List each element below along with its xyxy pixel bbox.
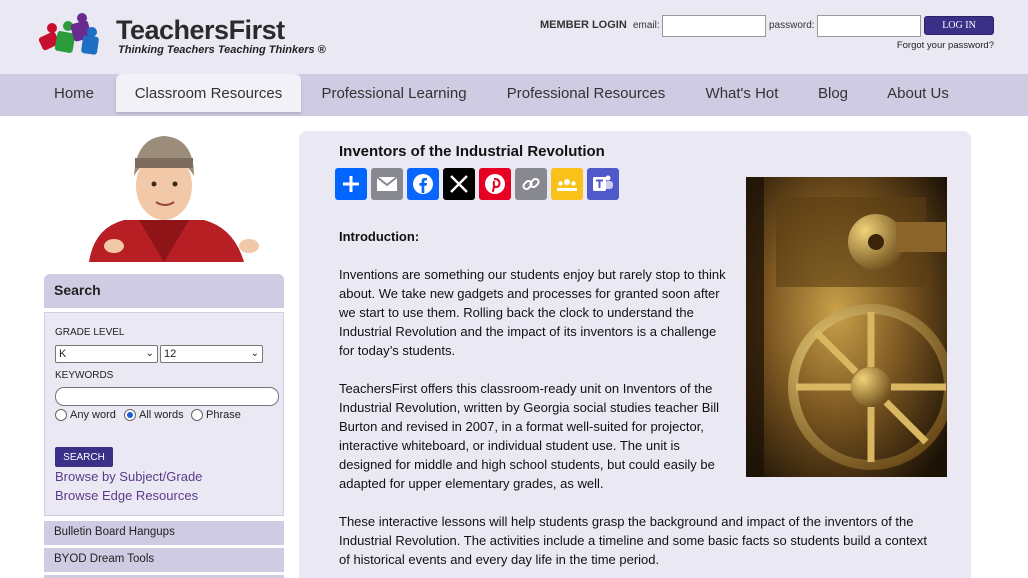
radio-button-selected[interactable] xyxy=(124,409,136,421)
forgot-password-link[interactable]: Forgot your password? xyxy=(897,40,994,51)
child-photo xyxy=(44,128,284,262)
article-paragraph: Inventions are something our students en… xyxy=(339,267,726,358)
search-button[interactable]: SEARCH xyxy=(55,447,113,467)
browse-edge-link[interactable]: Browse Edge Resources xyxy=(55,488,198,503)
member-login-label: MEMBER LOGIN xyxy=(540,19,627,31)
site-logo[interactable]: TeachersFirst Thinking Teachers Teaching… xyxy=(38,12,326,62)
sidebar-item-bulletin-board[interactable]: Bulletin Board Hangups xyxy=(44,521,284,545)
page-title: Inventors of the Industrial Revolution xyxy=(339,143,605,160)
x-icon[interactable] xyxy=(443,168,475,200)
pinterest-icon[interactable] xyxy=(479,168,511,200)
login-button[interactable]: LOG IN xyxy=(924,16,994,35)
nav-whats-hot[interactable]: What's Hot xyxy=(696,74,788,112)
grade-level-label: GRADE LEVEL xyxy=(55,327,125,338)
radio-any-label: Any word xyxy=(70,409,116,421)
share-plus-icon[interactable] xyxy=(335,168,367,200)
radio-any-word[interactable]: Any word xyxy=(55,409,116,421)
password-field[interactable] xyxy=(817,15,921,37)
vault-gears-image xyxy=(746,177,947,477)
logo-name: TeachersFirst xyxy=(116,15,285,45)
radio-phrase[interactable]: Phrase xyxy=(191,409,241,421)
article-panel: Inventors of the Industrial Revolution I… xyxy=(299,131,971,578)
nav-professional-resources[interactable]: Professional Resources xyxy=(496,74,676,112)
radio-all-words[interactable]: All words xyxy=(124,409,184,421)
nav-classroom-resources[interactable]: Classroom Resources xyxy=(116,74,301,112)
site-header: TeachersFirst Thinking Teachers Teaching… xyxy=(0,0,1028,74)
chevron-down-icon: ⌄ xyxy=(145,348,154,359)
nav-professional-learning[interactable]: Professional Learning xyxy=(312,74,476,112)
email-icon[interactable] xyxy=(371,168,403,200)
intro-heading: Introduction: xyxy=(339,229,420,244)
search-panel-title: Search xyxy=(44,274,284,308)
radio-button[interactable] xyxy=(55,409,67,421)
email-field[interactable] xyxy=(662,15,766,37)
grade-to-value: 12 xyxy=(164,348,177,360)
nav-home[interactable]: Home xyxy=(40,74,108,112)
facebook-icon[interactable] xyxy=(407,168,439,200)
main-nav: Home Classroom Resources Professional Le… xyxy=(0,74,1028,116)
article-paragraph: TeachersFirst offers this classroom-read… xyxy=(339,381,720,491)
password-label: password: xyxy=(769,20,815,31)
grade-from-select[interactable]: K ⌄ xyxy=(55,345,158,363)
email-label: email: xyxy=(633,20,660,31)
sidebar-item-byod[interactable]: BYOD Dream Tools xyxy=(44,548,284,572)
keywords-input[interactable] xyxy=(55,387,279,406)
radio-all-label: All words xyxy=(139,409,184,421)
puzzle-people-logo-icon xyxy=(38,13,99,55)
article-paragraph: These interactive lessons will help stud… xyxy=(339,514,927,567)
search-panel: GRADE LEVEL K ⌄ 12 ⌄ KEYWORDS Any word A… xyxy=(44,312,284,516)
copy-link-icon[interactable] xyxy=(515,168,547,200)
google-classroom-icon[interactable] xyxy=(551,168,583,200)
nav-about-us[interactable]: About Us xyxy=(878,74,958,112)
browse-subject-link[interactable]: Browse by Subject/Grade xyxy=(55,469,202,484)
nav-blog[interactable]: Blog xyxy=(808,74,858,112)
teams-icon[interactable] xyxy=(587,168,619,200)
logo-tagline: Thinking Teachers Teaching Thinkers ® xyxy=(118,44,326,56)
chevron-down-icon: ⌄ xyxy=(250,348,259,359)
radio-button[interactable] xyxy=(191,409,203,421)
keywords-label: KEYWORDS xyxy=(55,370,114,381)
grade-to-select[interactable]: 12 ⌄ xyxy=(160,345,263,363)
grade-from-value: K xyxy=(59,348,67,360)
radio-phrase-label: Phrase xyxy=(206,409,241,421)
share-toolbar xyxy=(335,168,623,200)
